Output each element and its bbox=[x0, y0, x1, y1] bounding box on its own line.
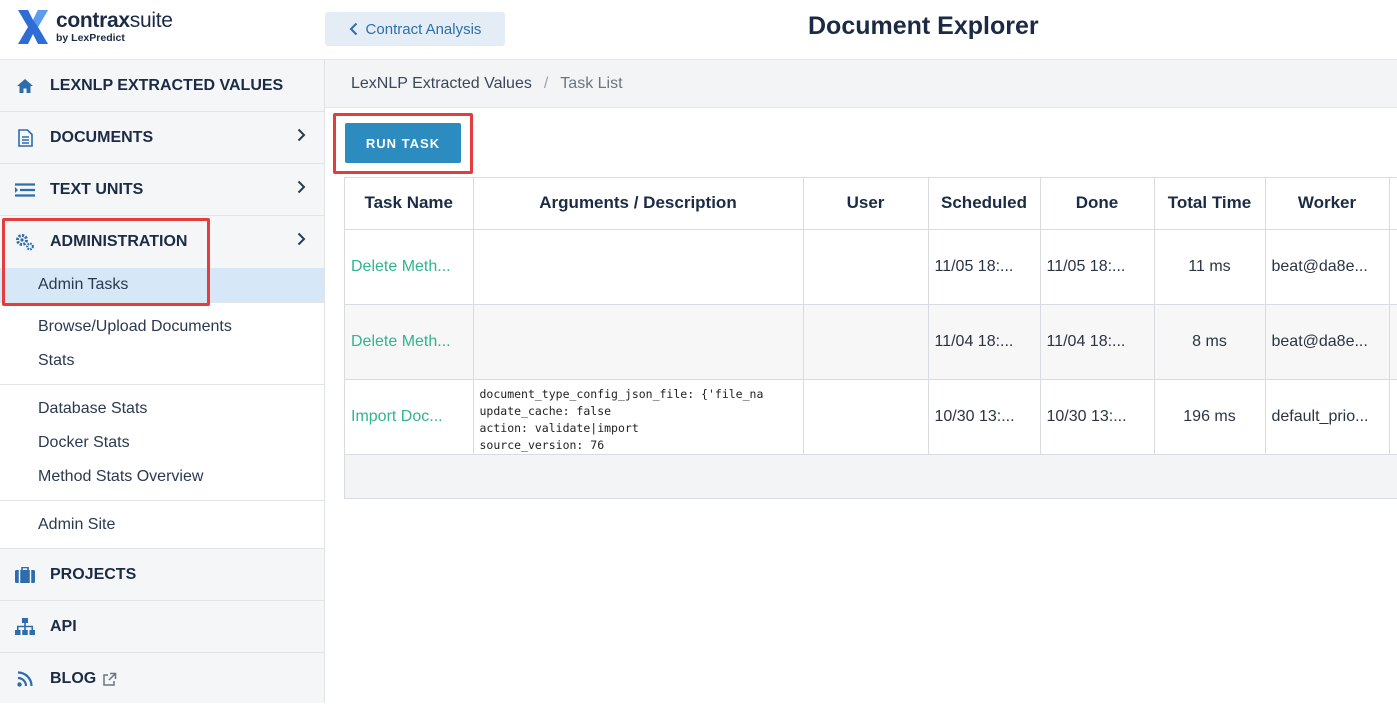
logo-byline: by LexPredict bbox=[56, 32, 125, 45]
external-link-icon bbox=[103, 672, 117, 686]
logo-name-thin: suite bbox=[129, 9, 173, 33]
column-header-done[interactable]: Done bbox=[1040, 178, 1155, 230]
run-task-button[interactable]: RUN TASK bbox=[345, 123, 461, 163]
column-header-task-name[interactable]: Task Name bbox=[345, 178, 474, 230]
column-header-overflow bbox=[1389, 178, 1397, 230]
chevron-left-icon bbox=[349, 22, 357, 36]
overflow-cell bbox=[1389, 229, 1397, 305]
overflow-cell bbox=[1389, 304, 1397, 380]
arg-line: document_type_config_json_file: {'file_n… bbox=[479, 386, 764, 401]
task-total-time-cell: 11 ms bbox=[1154, 229, 1266, 305]
home-icon bbox=[14, 78, 36, 94]
gears-icon bbox=[14, 233, 36, 251]
document-icon bbox=[14, 128, 36, 147]
briefcase-icon bbox=[14, 566, 36, 583]
task-user-cell bbox=[803, 379, 929, 455]
column-header-total-time[interactable]: Total Time bbox=[1154, 178, 1266, 230]
admin-submenu-group: Admin Tasks bbox=[0, 268, 324, 303]
task-user-cell bbox=[803, 229, 929, 305]
sidebar-item-documents[interactable]: DOCUMENTS bbox=[0, 112, 324, 164]
table-header-row: Task Name Arguments / Description User S… bbox=[345, 178, 1397, 230]
sidebar-item-admin-site[interactable]: Admin Site bbox=[0, 508, 324, 542]
task-total-time-cell: 8 ms bbox=[1154, 304, 1266, 380]
app-header: contraxsuite by LexPredict Contract Anal… bbox=[0, 0, 1397, 60]
sidebar-item-docker-stats[interactable]: Docker Stats bbox=[0, 426, 324, 460]
task-name-link[interactable]: Import Doc... bbox=[345, 379, 474, 455]
sitemap-icon bbox=[14, 618, 36, 635]
sidebar-item-browse-upload-documents[interactable]: Browse/Upload Documents bbox=[0, 310, 324, 344]
chevron-right-icon bbox=[297, 180, 306, 194]
contraxsuite-logo[interactable]: contraxsuite by LexPredict bbox=[16, 8, 173, 46]
table-row[interactable]: Delete Meth... 11/05 18:... 11/05 18:...… bbox=[345, 229, 1397, 305]
sidebar-item-method-stats-overview[interactable]: Method Stats Overview bbox=[0, 460, 324, 494]
contract-analysis-back-button[interactable]: Contract Analysis bbox=[325, 12, 505, 46]
admin-submenu-group: Browse/Upload Documents Stats bbox=[0, 303, 324, 385]
breadcrumb-separator: / bbox=[543, 74, 549, 92]
task-list-grid: Task Name Arguments / Description User S… bbox=[344, 177, 1397, 499]
rss-icon bbox=[14, 671, 36, 687]
sidebar-item-label: API bbox=[50, 617, 77, 635]
sidebar-item-lexnlp-extracted-values[interactable]: LEXNLP EXTRACTED VALUES bbox=[0, 60, 324, 112]
sidebar-item-label: ADMINISTRATION bbox=[50, 233, 188, 250]
sidebar-item-text-units[interactable]: TEXT UNITS bbox=[0, 164, 324, 216]
task-worker-cell: beat@da8e... bbox=[1265, 304, 1390, 380]
arg-line: update_cache: false bbox=[479, 403, 612, 418]
task-args-cell: document_type_config_json_file: {'file_n… bbox=[473, 379, 804, 455]
task-args-cell bbox=[473, 229, 804, 305]
main-content: LexNLP Extracted Values / Task List RUN … bbox=[325, 60, 1397, 703]
arg-line: action: validate|import bbox=[479, 420, 639, 435]
task-user-cell bbox=[803, 304, 929, 380]
chevron-right-icon bbox=[297, 128, 306, 142]
task-scheduled-cell: 11/05 18:... bbox=[928, 229, 1041, 305]
page-title: Document Explorer bbox=[808, 12, 1039, 40]
logo-x-icon bbox=[18, 10, 48, 44]
task-worker-cell: beat@da8e... bbox=[1265, 229, 1390, 305]
task-scheduled-cell: 10/30 13:... bbox=[928, 379, 1041, 455]
sidebar: LEXNLP EXTRACTED VALUES DOCUMENTS TEXT U… bbox=[0, 60, 325, 703]
logo-name-bold: contrax bbox=[56, 9, 130, 33]
task-args-cell bbox=[473, 304, 804, 380]
back-button-label: Contract Analysis bbox=[365, 20, 482, 38]
overflow-cell bbox=[1389, 379, 1397, 455]
task-scheduled-cell: 11/04 18:... bbox=[928, 304, 1041, 380]
sidebar-item-admin-tasks[interactable]: Admin Tasks bbox=[0, 268, 324, 302]
sidebar-item-stats[interactable]: Stats bbox=[0, 344, 324, 378]
task-total-time-cell: 196 ms bbox=[1154, 379, 1266, 455]
admin-submenu-group: Database Stats Docker Stats Method Stats… bbox=[0, 385, 324, 501]
task-done-cell: 11/04 18:... bbox=[1040, 304, 1155, 380]
task-name-link[interactable]: Delete Meth... bbox=[345, 304, 474, 380]
sidebar-item-label: LEXNLP EXTRACTED VALUES bbox=[50, 76, 284, 94]
column-header-arguments[interactable]: Arguments / Description bbox=[473, 178, 804, 230]
arg-line: source_version: 76 bbox=[479, 437, 605, 452]
admin-submenu-group: Admin Site bbox=[0, 501, 324, 549]
sidebar-item-label: TEXT UNITS bbox=[50, 180, 144, 198]
task-done-cell: 11/05 18:... bbox=[1040, 229, 1155, 305]
task-worker-cell: default_prio... bbox=[1265, 379, 1390, 455]
breadcrumb-root[interactable]: LexNLP Extracted Values bbox=[351, 75, 532, 93]
table-row[interactable]: Delete Meth... 11/04 18:... 11/04 18:...… bbox=[345, 304, 1397, 380]
sidebar-item-database-stats[interactable]: Database Stats bbox=[0, 392, 324, 426]
breadcrumb: LexNLP Extracted Values / Task List bbox=[325, 60, 1397, 108]
column-header-user[interactable]: User bbox=[803, 178, 929, 230]
sidebar-item-blog[interactable]: BLOG bbox=[0, 653, 324, 705]
sidebar-item-api[interactable]: API bbox=[0, 601, 324, 653]
sidebar-item-administration[interactable]: ADMINISTRATION bbox=[0, 216, 324, 268]
sidebar-item-label: DOCUMENTS bbox=[50, 128, 154, 146]
sidebar-item-label: BLOG bbox=[50, 670, 97, 687]
list-icon bbox=[14, 182, 36, 197]
column-header-worker[interactable]: Worker bbox=[1265, 178, 1390, 230]
grid-footer bbox=[345, 454, 1397, 498]
table-row[interactable]: Import Doc... document_type_config_json_… bbox=[345, 379, 1397, 455]
sidebar-item-projects[interactable]: PROJECTS bbox=[0, 549, 324, 601]
task-table: Task Name Arguments / Description User S… bbox=[345, 178, 1397, 455]
task-done-cell: 10/30 13:... bbox=[1040, 379, 1155, 455]
task-name-link[interactable]: Delete Meth... bbox=[345, 229, 474, 305]
chevron-right-icon bbox=[297, 232, 306, 246]
sidebar-item-label: PROJECTS bbox=[50, 565, 137, 583]
breadcrumb-current: Task List bbox=[560, 74, 623, 92]
column-header-scheduled[interactable]: Scheduled bbox=[928, 178, 1041, 230]
